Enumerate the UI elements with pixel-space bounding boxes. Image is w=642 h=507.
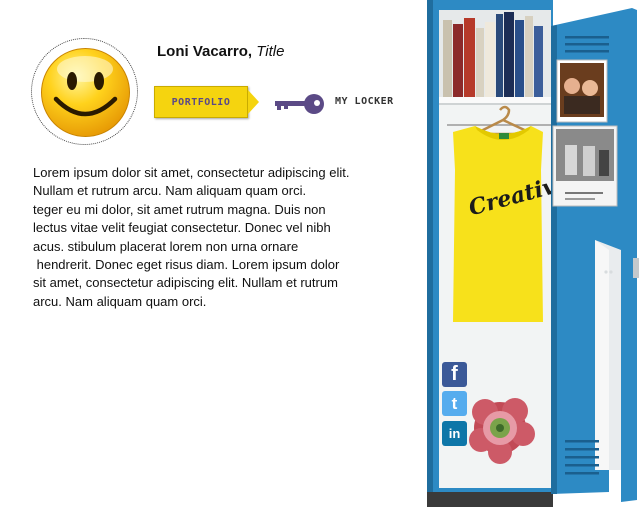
twitter-glyph: t <box>451 393 458 413</box>
avatar <box>31 38 138 145</box>
profile-name: Loni Vacarro, Title <box>157 43 284 60</box>
bio-line: Nullam et rutrum arcu. Nam aliquam quam … <box>33 183 307 199</box>
portfolio-button[interactable]: PORTFOLIO <box>154 86 248 118</box>
bio-line: Lorem ipsum dolor sit amet, consectetur … <box>33 165 350 180</box>
linkedin-icon[interactable]: in <box>442 421 467 446</box>
bio-line: lectus vitae velit feugiat consectetur. … <box>33 220 331 236</box>
my-locker-link[interactable]: MY LOCKER <box>335 96 394 107</box>
smiley-face-icon <box>41 48 130 137</box>
profile-title: Title <box>256 43 285 60</box>
twitter-icon[interactable]: t <box>442 391 467 416</box>
bio-line: hendrerit. Donec eget risus diam. Lorem … <box>33 257 340 273</box>
facebook-icon[interactable]: f <box>442 362 467 387</box>
facebook-glyph: f <box>451 363 458 385</box>
bio-line: acus. stibulum placerat lorem non urna o… <box>33 238 299 254</box>
bio-line: arcu. Nam aliquam quam orci. <box>33 293 207 309</box>
portfolio-arrow-icon <box>248 90 259 114</box>
portfolio-button-label: PORTFOLIO <box>171 96 231 108</box>
bio-line: sit amet, consectetur adipiscing elit. N… <box>33 275 338 291</box>
linkedin-glyph: in <box>448 426 461 441</box>
key-icon[interactable] <box>273 93 325 115</box>
bio-text: Lorem ipsum dolor sit amet, consectetur … <box>33 164 378 311</box>
bio-line: teger eu mi dolor, sit amet rutrum magna… <box>33 201 326 217</box>
profile-name-text: Loni Vacarro, <box>157 43 253 60</box>
